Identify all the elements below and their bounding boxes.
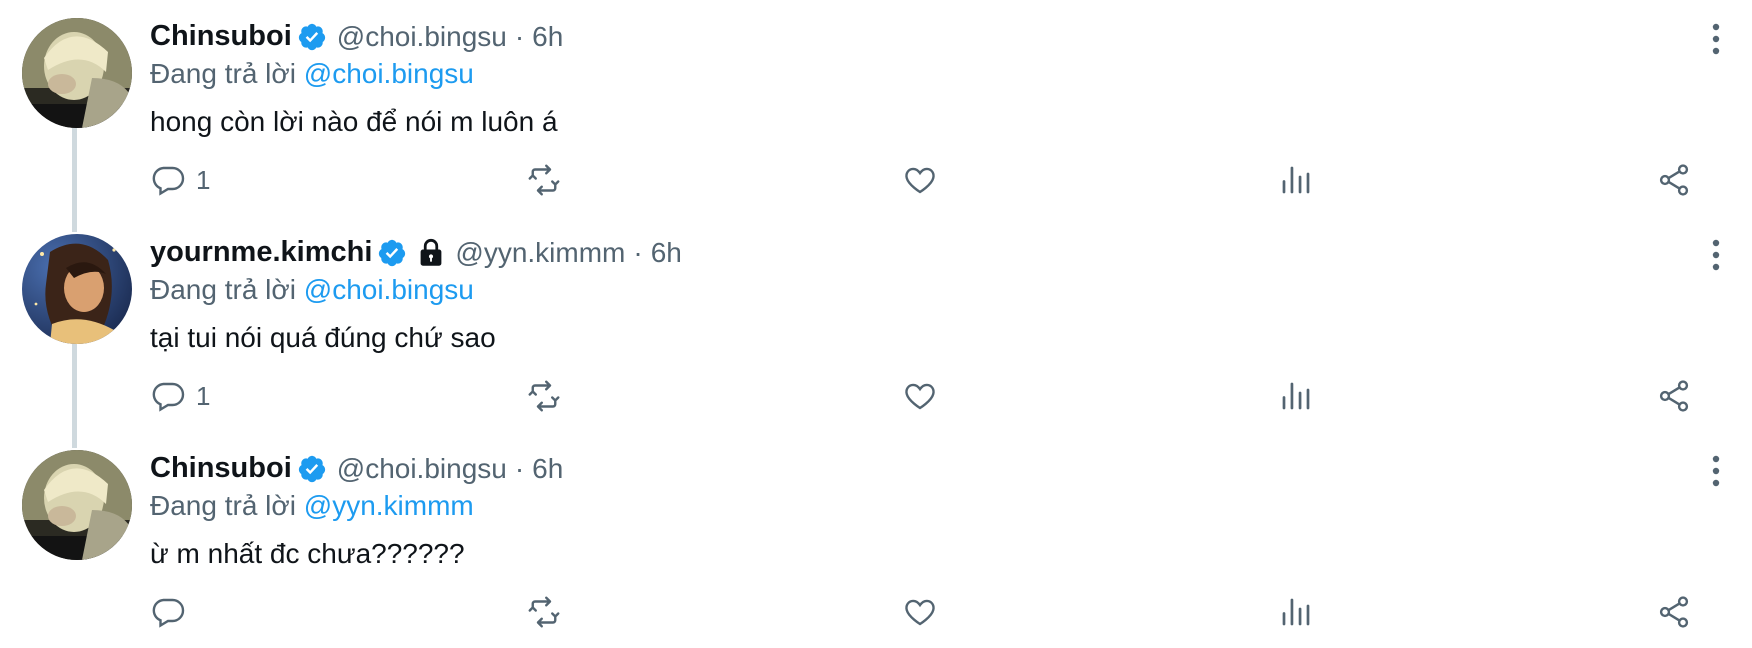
verified-badge-icon — [297, 454, 327, 484]
action-bar — [150, 592, 1710, 632]
avatar[interactable] — [22, 234, 132, 344]
analytics-icon — [1282, 598, 1310, 626]
separator: · — [514, 20, 525, 52]
tweet-text: ừ m nhất đc chưa?????? — [150, 538, 465, 569]
replying-to: Đang trả lời @yyn.kimmm — [150, 490, 474, 522]
reply-icon — [152, 166, 185, 196]
retweet-icon — [528, 380, 560, 412]
verified-badge-icon — [297, 22, 327, 52]
share-button[interactable] — [1656, 160, 1692, 200]
reply-icon — [152, 382, 185, 412]
tweet[interactable]: yournme.kimchi @yyn.kimmm · 6h Đang trả … — [0, 216, 1752, 432]
more-options-icon[interactable] — [1706, 454, 1726, 488]
share-icon — [1659, 164, 1689, 196]
heart-icon — [905, 599, 935, 626]
reply-button[interactable]: 1 — [150, 160, 210, 200]
replying-to-label: Đang trả lời — [150, 58, 296, 89]
views-button[interactable] — [1278, 160, 1314, 200]
analytics-icon — [1282, 166, 1310, 194]
replying-to-label: Đang trả lời — [150, 490, 296, 521]
tweet-text: hong còn lời nào để nói m luôn á — [150, 106, 558, 137]
avatar[interactable] — [22, 450, 132, 560]
user-handle[interactable]: @choi.bingsu — [337, 453, 507, 485]
analytics-icon — [1282, 382, 1310, 410]
share-button[interactable] — [1656, 376, 1692, 416]
replying-to: Đang trả lời @choi.bingsu — [150, 58, 474, 90]
display-name[interactable]: Chinsuboi — [150, 452, 292, 485]
share-icon — [1659, 596, 1689, 628]
tweet-text: tại tui nói quá đúng chứ sao — [150, 322, 496, 353]
separator: · — [633, 236, 643, 268]
like-button[interactable] — [902, 376, 938, 416]
retweet-icon — [528, 164, 560, 196]
share-button[interactable] — [1656, 592, 1692, 632]
mention-link[interactable]: @choi.bingsu — [304, 58, 474, 89]
timestamp[interactable]: 6h — [532, 453, 563, 485]
avatar[interactable] — [22, 18, 132, 128]
user-handle[interactable]: @yyn.kimmm — [455, 237, 625, 269]
more-options-icon[interactable] — [1706, 238, 1726, 272]
replying-to: Đang trả lời @choi.bingsu — [150, 274, 474, 306]
display-name[interactable]: yournme.kimchi — [150, 236, 372, 269]
reply-button[interactable] — [150, 592, 196, 632]
views-button[interactable] — [1278, 376, 1314, 416]
views-button[interactable] — [1278, 592, 1314, 632]
user-handle[interactable]: @choi.bingsu — [337, 21, 507, 53]
action-bar: 1 — [150, 376, 1710, 416]
heart-icon — [905, 167, 935, 194]
retweet-button[interactable] — [526, 376, 562, 416]
heart-icon — [905, 383, 935, 410]
mention-link[interactable]: @choi.bingsu — [304, 274, 474, 305]
display-name[interactable]: Chinsuboi — [150, 20, 292, 53]
retweet-button[interactable] — [526, 160, 562, 200]
mention-link[interactable]: @yyn.kimmm — [304, 490, 474, 521]
tweet[interactable]: Chinsuboi @choi.bingsu · 6h Đang trả lời… — [0, 432, 1752, 648]
reply-count: 1 — [196, 380, 211, 411]
replying-to-label: Đang trả lời — [150, 274, 296, 305]
tweet[interactable]: Chinsuboi @choi.bingsu · 6h Đang trả lời… — [0, 0, 1752, 216]
reply-icon — [152, 598, 185, 628]
share-icon — [1659, 380, 1689, 412]
reply-button[interactable]: 1 — [150, 376, 210, 416]
lock-icon — [417, 238, 445, 268]
timestamp[interactable]: 6h — [532, 21, 563, 53]
like-button[interactable] — [902, 592, 938, 632]
action-bar: 1 — [150, 160, 1710, 200]
retweet-button[interactable] — [526, 592, 562, 632]
separator: · — [514, 452, 525, 484]
like-button[interactable] — [902, 160, 938, 200]
timestamp[interactable]: 6h — [651, 237, 682, 269]
more-options-icon[interactable] — [1706, 22, 1726, 56]
verified-badge-icon — [377, 238, 407, 268]
retweet-icon — [528, 596, 560, 628]
reply-count: 1 — [196, 164, 211, 195]
